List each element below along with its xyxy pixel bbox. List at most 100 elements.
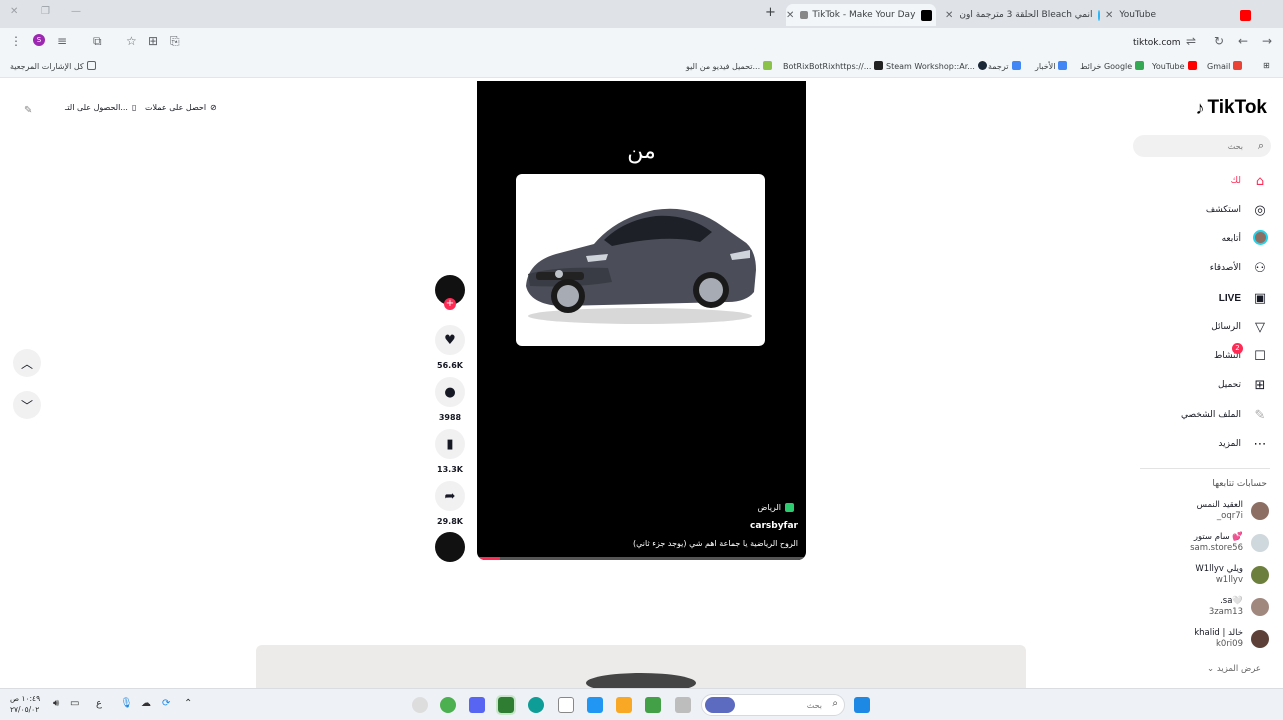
like-action[interactable]: ♥ 56.6K [435,325,465,370]
profile-icon: ✎ [1254,407,1266,423]
discord-taskbar-icon[interactable] [469,697,485,713]
window-close-icon[interactable]: ✕ [10,6,18,17]
bookmark-maps[interactable]: خرائط Google [1080,61,1145,71]
tab-close-icon[interactable]: ✕ [945,10,953,21]
browser-tab-strip: ✕ ❐ — + ✕ TikTok - Make Your Day ✕ انمي … [0,0,1283,28]
bookmark-downloader[interactable]: تحميل فيديو من اليو... [686,61,773,71]
file-taskbar-icon[interactable] [558,697,574,713]
share-count: 29.8K [437,517,463,526]
new-tab-button[interactable]: + [765,5,776,20]
bookmark-steam[interactable]: Steam Workshop::Ar... [886,61,987,71]
search-input[interactable] [1143,139,1243,153]
profile-avatar-icon[interactable]: S [33,34,45,46]
tab-close-icon[interactable]: ✕ [1105,10,1113,21]
tab-tiktok[interactable]: ✕ TikTok - Make Your Day [786,4,936,26]
microphone-icon[interactable]: 🎙︎ [120,698,133,709]
speaker-icon[interactable]: 🔊︎ [53,698,59,709]
audio-icon [800,11,809,19]
previous-video-button[interactable]: ︿ [13,349,41,377]
taskbar-search[interactable]: ⌕ [701,694,845,716]
app-f-taskbar-icon[interactable] [587,697,603,713]
tab-close-icon[interactable]: ✕ [786,10,794,21]
language-indicator[interactable]: ع [96,698,102,709]
brush-icon[interactable]: ✎ [24,105,32,116]
nav-live[interactable]: LIVE ▣ [1129,288,1269,308]
active-app-taskbar-icon[interactable] [496,695,516,715]
nav-upload[interactable]: تحميل ⊞ [1129,375,1269,395]
extensions-icon[interactable]: ⧉ [93,34,102,48]
nav-following[interactable]: أتابعه [1129,229,1269,249]
save-action[interactable]: ▮ 13.3K [435,429,465,474]
see-more-link[interactable]: ⌄ عرض المزيد [1207,664,1261,674]
file-explorer-taskbar-icon[interactable] [616,697,632,713]
reading-list-icon[interactable]: ≡ [57,34,67,48]
following-account[interactable]: سام ستور 💕 sam.store56 [1139,530,1269,556]
video-player[interactable]: من الرياض carsbyfar الروح الرياضية يا جم… [477,81,806,560]
follow-plus-icon[interactable]: + [444,298,456,310]
menu-dots-icon[interactable]: ⋮ [10,34,22,48]
nav-profile[interactable]: الملف الشخصي ✎ [1129,405,1269,425]
bookmark-gmail[interactable]: Gmail [1207,61,1243,71]
nav-activity[interactable]: النشاط ☐ 2 [1129,343,1269,366]
search-box[interactable]: ⌕ [1133,135,1271,157]
taskbar-search-input[interactable] [740,699,822,712]
video-location[interactable]: الرياض [758,503,794,512]
start-windows-icon[interactable] [854,697,870,713]
cloud-icon[interactable]: ☁ [141,698,151,709]
video-overlay-text: من [627,139,656,164]
comment-action[interactable]: ● 3988 [435,377,465,422]
site-settings-icon[interactable]: ⇌ [1186,34,1196,48]
steam-taskbar-icon[interactable] [412,697,428,713]
nav-messages[interactable]: الرسائل ▽ [1129,317,1269,337]
bookmark-youtube[interactable]: YouTube [1152,61,1197,71]
back-icon[interactable]: ← [1238,34,1248,48]
nav-friends[interactable]: الأصدقاء ⚇ [1129,258,1269,278]
bookmark-news[interactable]: الأخبار [1035,61,1068,71]
video-progress-fill [477,557,501,560]
folder-icon [86,61,96,70]
following-account[interactable]: khalid | خالد k0ri09 [1139,626,1269,652]
window-minimize-icon[interactable]: — [71,6,81,17]
next-video-button[interactable]: ﹀ [13,391,41,419]
get-app-button[interactable]: الحصول على التـ... ▯ [65,103,136,112]
bookmark-botrix[interactable]: BotRixBotRixhttps://... [783,61,884,71]
youtube-icon [1187,61,1197,70]
music-disc[interactable] [435,532,465,562]
apps-grid-icon[interactable]: ⊞ [1263,61,1270,70]
next-video-preview[interactable] [256,645,1026,688]
system-clock[interactable]: ١٠:٤٩ ص ٢٧/٠٥/٠٢ [10,693,40,715]
gmail-icon [1233,61,1243,70]
cast-icon[interactable]: ⎘ [170,34,180,48]
search-icon[interactable]: ⌕ [1258,139,1264,153]
tray-chevron-up-icon[interactable]: ⌃ [184,698,192,709]
bookmark-translate[interactable]: ترجمة [988,61,1021,71]
nav-more[interactable]: المزيد ⋯ [1129,434,1269,454]
video-author[interactable]: carsbyfar [750,521,798,531]
xbox-taskbar-icon[interactable] [645,697,661,713]
bookmark-star-icon[interactable]: ☆ [126,34,137,48]
nav-explore[interactable]: استكشف ◎ [1129,200,1269,220]
window-restore-icon[interactable]: ❐ [41,6,50,17]
all-bookmarks[interactable]: كل الإشارات المرجعية [10,61,96,71]
forward-icon[interactable]: → [1262,34,1272,48]
tab-bleach[interactable]: ✕ انمي Bleach الحلقة 3 مترجمة اون [945,4,1100,26]
edge-taskbar-icon[interactable] [528,697,544,713]
task-view-taskbar-icon[interactable] [675,697,691,713]
chrome-taskbar-icon[interactable] [440,697,456,713]
following-account[interactable]: .sa🤍 3zam13 [1139,594,1269,620]
network-icon[interactable]: ▭ [70,698,79,709]
car-image [516,174,765,346]
save-count: 13.3K [437,465,463,474]
following-account[interactable]: العقيد النمس _oqr7i [1139,498,1269,524]
following-account[interactable]: W1llyv ويلي w1llyv [1139,562,1269,588]
tiktok-logo[interactable]: ♪ TikTok [1196,97,1267,119]
tab-youtube[interactable]: ✕ YouTube [1105,4,1255,26]
share-action[interactable]: ➦ 29.8K [435,481,465,526]
translate-icon[interactable]: ⊞ [148,34,158,48]
url-text[interactable]: tiktok.com [1133,36,1181,50]
video-progress-bar[interactable] [477,557,806,560]
get-coins-button[interactable]: احصل على عملات ⊘ [145,103,217,112]
nav-for-you[interactable]: لك ⌂ [1129,171,1269,191]
sync-icon[interactable]: ⟳ [162,698,170,709]
reload-icon[interactable]: ↻ [1214,34,1224,48]
